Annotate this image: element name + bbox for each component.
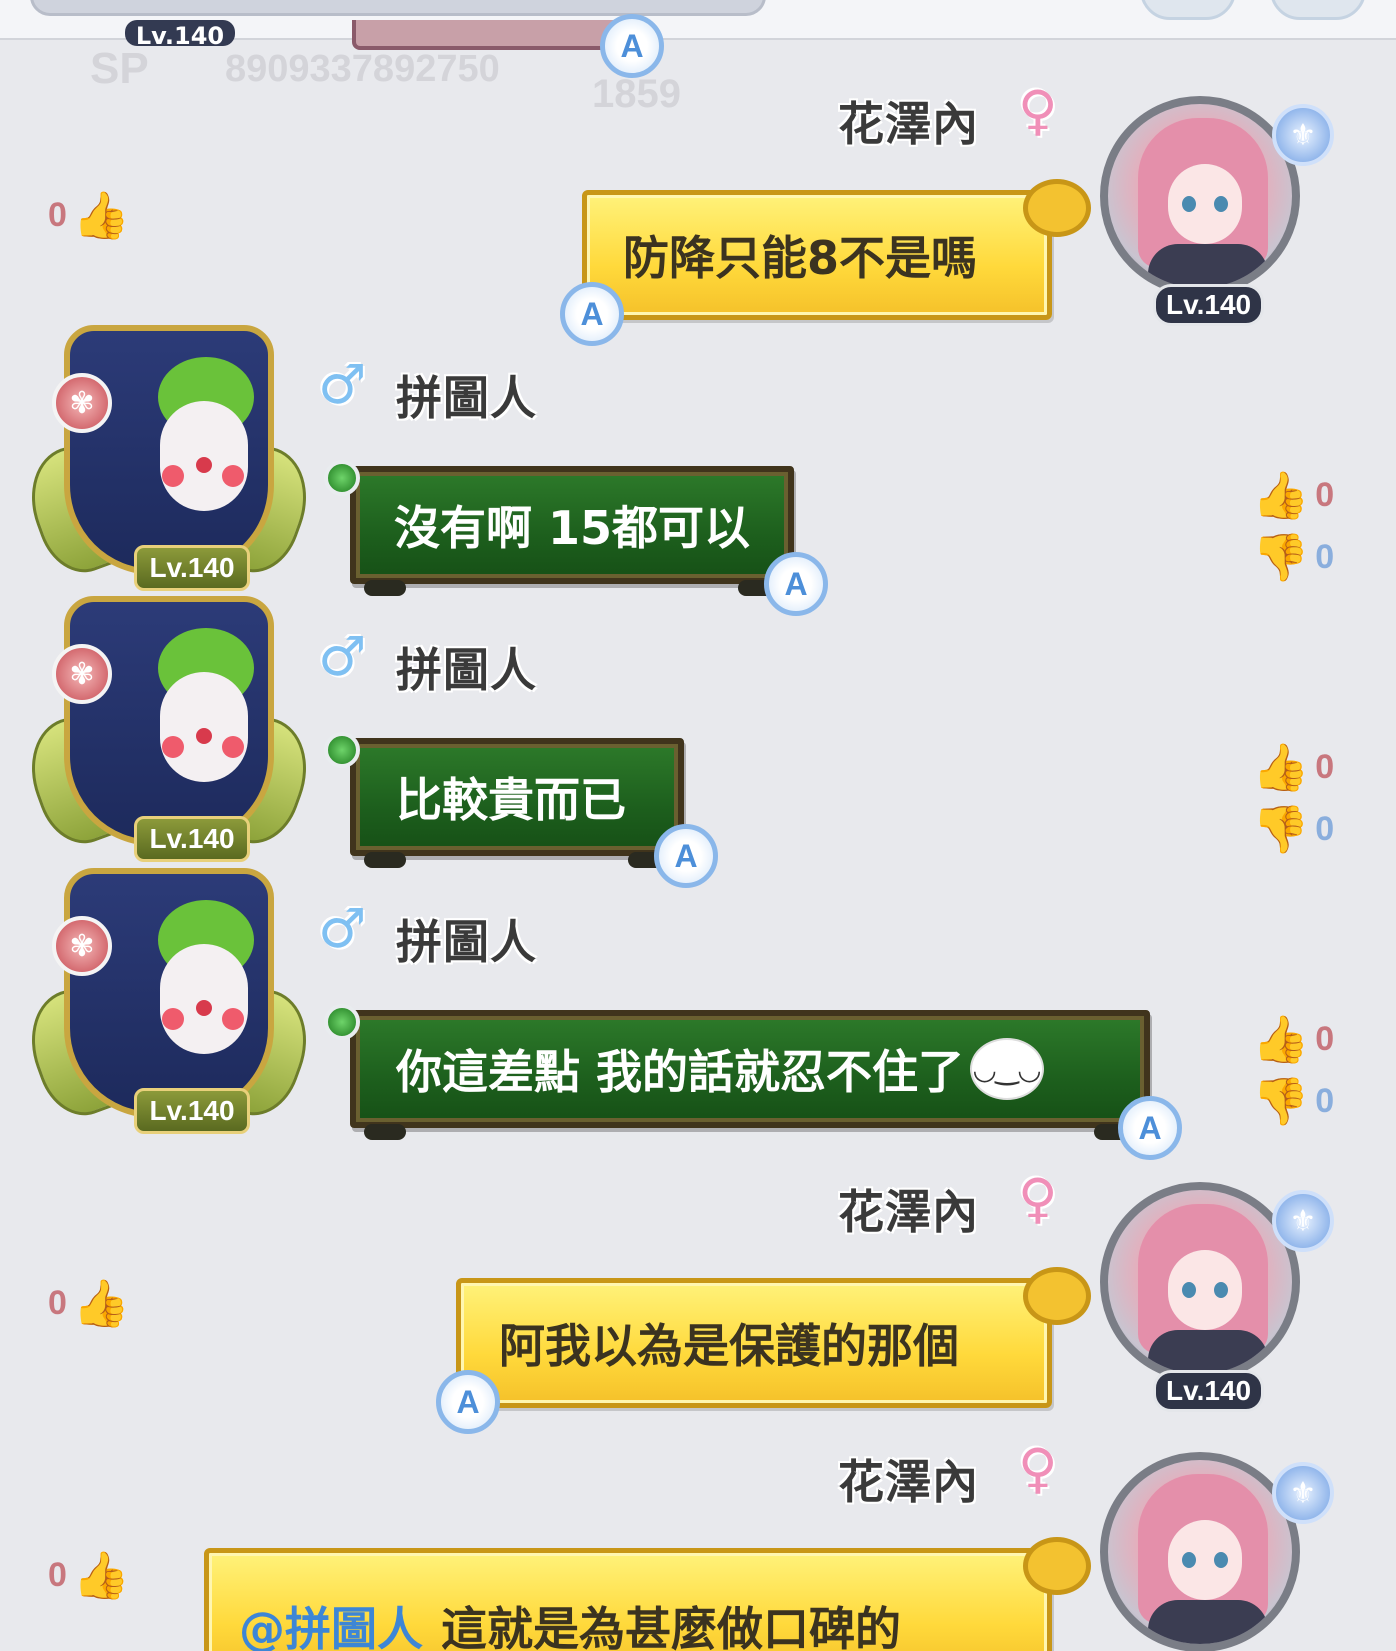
- header-round-button-1[interactable]: [1140, 0, 1236, 20]
- bubble-knob: [324, 732, 360, 768]
- thumb-up-icon: 👍: [1252, 1012, 1310, 1066]
- message-bubble[interactable]: 防降只能8不是嗎: [582, 179, 1091, 320]
- chat-panel[interactable]: Lv.140 SP 8909337892750 1859 A 花澤內 ♀ ⚜ L…: [0, 0, 1396, 1651]
- scroll-ornament: [1023, 179, 1091, 237]
- dislike-count: 0: [1315, 809, 1335, 848]
- female-icon: ♀: [1018, 79, 1058, 142]
- message-bubble[interactable]: 比較貴而已: [324, 732, 684, 868]
- like-button[interactable]: 👍 0: [1252, 1016, 1334, 1062]
- crest-icon: ✾: [52, 373, 112, 433]
- message-content: @拼圖人 這就是為甚麼做口碑的: [239, 1553, 901, 1651]
- message-text: 比較貴而已: [396, 773, 626, 827]
- like-count: 0: [48, 1555, 67, 1594]
- male-icon: ♂: [318, 897, 367, 960]
- message-bubble[interactable]: 你這差點 我的話就忍不住了 ◡‿◡: [324, 1004, 1150, 1140]
- dislike-count: 0: [1315, 1081, 1335, 1120]
- message-text: 沒有啊 15都可以: [394, 501, 751, 555]
- auto-translate-icon[interactable]: A: [436, 1370, 500, 1434]
- message-text: 阿我以為是保護的那個: [499, 1319, 959, 1373]
- bubble-knob: [324, 1004, 360, 1040]
- cutoff-level-tag: Lv.140: [125, 20, 235, 46]
- dislike-count: 0: [1315, 537, 1335, 576]
- header-round-button-2[interactable]: [1270, 0, 1366, 20]
- like-count: 0: [1315, 475, 1335, 514]
- ghost-sp-text: SP: [90, 44, 149, 93]
- message-text: 防降只能8不是嗎: [623, 231, 978, 285]
- sender-name[interactable]: 花澤內: [838, 1446, 979, 1512]
- dislike-button[interactable]: 👎 0: [1252, 534, 1334, 580]
- message-text: 你這差點 我的話就忍不住了: [396, 1045, 965, 1099]
- like-count: 0: [1315, 1019, 1335, 1058]
- like-count: 0: [48, 195, 67, 234]
- dislike-button[interactable]: 👎 0: [1252, 806, 1334, 852]
- avatar[interactable]: [1100, 1182, 1300, 1382]
- like-button[interactable]: 👍 0: [1252, 472, 1334, 518]
- thumb-down-icon: 👎: [1252, 1074, 1310, 1128]
- avatar[interactable]: ✾ Lv.140: [15, 325, 323, 615]
- auto-translate-icon[interactable]: A: [1118, 1096, 1182, 1160]
- like-button[interactable]: 0 👍: [48, 192, 130, 238]
- sender-name[interactable]: 拼圖人: [396, 362, 537, 428]
- scroll-ornament: [1023, 1267, 1091, 1325]
- guild-emblem-icon: ⚜: [1272, 104, 1334, 166]
- level-tag: Lv.140: [1153, 1370, 1265, 1412]
- auto-translate-icon[interactable]: A: [560, 282, 624, 346]
- avatar[interactable]: ✾ Lv.140: [15, 596, 323, 886]
- auto-translate-icon[interactable]: A: [764, 552, 828, 616]
- header-input-pill[interactable]: [30, 0, 766, 16]
- level-tag: Lv.140: [1153, 284, 1265, 326]
- level-tag: Lv.140: [134, 545, 250, 591]
- cutoff-bubble: [352, 20, 620, 50]
- dislike-button[interactable]: 👎 0: [1252, 1078, 1334, 1124]
- level-tag: Lv.140: [134, 1088, 250, 1134]
- thumb-up-icon: 👍: [1252, 468, 1310, 522]
- message-text: 這就是為甚麼做口碑的: [441, 1602, 901, 1651]
- thumb-down-icon: 👎: [1252, 530, 1310, 584]
- sender-name[interactable]: 拼圖人: [396, 906, 537, 972]
- female-icon: ♀: [1018, 1167, 1058, 1230]
- like-count: 0: [1315, 747, 1335, 786]
- scroll-ornament: [1023, 1537, 1091, 1595]
- guild-emblem-icon: ⚜: [1272, 1462, 1334, 1524]
- message-bubble[interactable]: 阿我以為是保護的那個: [456, 1267, 1091, 1408]
- crest-icon: ✾: [52, 916, 112, 976]
- like-button[interactable]: 0 👍: [48, 1280, 130, 1326]
- auto-translate-icon[interactable]: A: [654, 824, 718, 888]
- ghost-number-text-2: 1859: [592, 72, 681, 116]
- avatar[interactable]: [1100, 96, 1300, 296]
- bubble-foot: [364, 852, 406, 868]
- level-tag: Lv.140: [134, 816, 250, 862]
- thumb-up-icon: 👍: [72, 1276, 131, 1330]
- message-bubble[interactable]: @拼圖人 這就是為甚麼做口碑的: [204, 1537, 1091, 1651]
- thumb-down-icon: 👎: [1252, 802, 1310, 856]
- avatar[interactable]: [1100, 1452, 1300, 1651]
- thumb-up-icon: 👍: [72, 188, 131, 242]
- guild-emblem-icon: ⚜: [1272, 1190, 1334, 1252]
- bubble-knob: [324, 460, 360, 496]
- crest-icon: ✾: [52, 644, 112, 704]
- message-content: 你這差點 我的話就忍不住了 ◡‿◡: [396, 1016, 1045, 1122]
- female-icon: ♀: [1018, 1437, 1058, 1500]
- like-button[interactable]: 0 👍: [48, 1552, 130, 1598]
- mention-link[interactable]: @拼圖人: [239, 1593, 423, 1651]
- male-icon: ♂: [318, 625, 367, 688]
- bubble-foot: [364, 580, 406, 596]
- sender-name[interactable]: 花澤內: [838, 1176, 979, 1242]
- bubble-foot: [364, 1124, 406, 1140]
- avatar[interactable]: ✾ Lv.140: [15, 868, 323, 1158]
- smirk-emoji-icon: ◡‿◡: [970, 1038, 1045, 1100]
- sender-name[interactable]: 花澤內: [838, 88, 979, 154]
- male-icon: ♂: [318, 353, 367, 416]
- thumb-up-icon: 👍: [1252, 740, 1310, 794]
- message-bubble[interactable]: 沒有啊 15都可以: [324, 460, 794, 596]
- auto-translate-icon[interactable]: A: [600, 14, 664, 78]
- sender-name[interactable]: 拼圖人: [396, 634, 537, 700]
- thumb-up-icon: 👍: [72, 1548, 131, 1602]
- like-count: 0: [48, 1283, 67, 1322]
- ghost-number-text: 8909337892750: [225, 48, 500, 90]
- like-button[interactable]: 👍 0: [1252, 744, 1334, 790]
